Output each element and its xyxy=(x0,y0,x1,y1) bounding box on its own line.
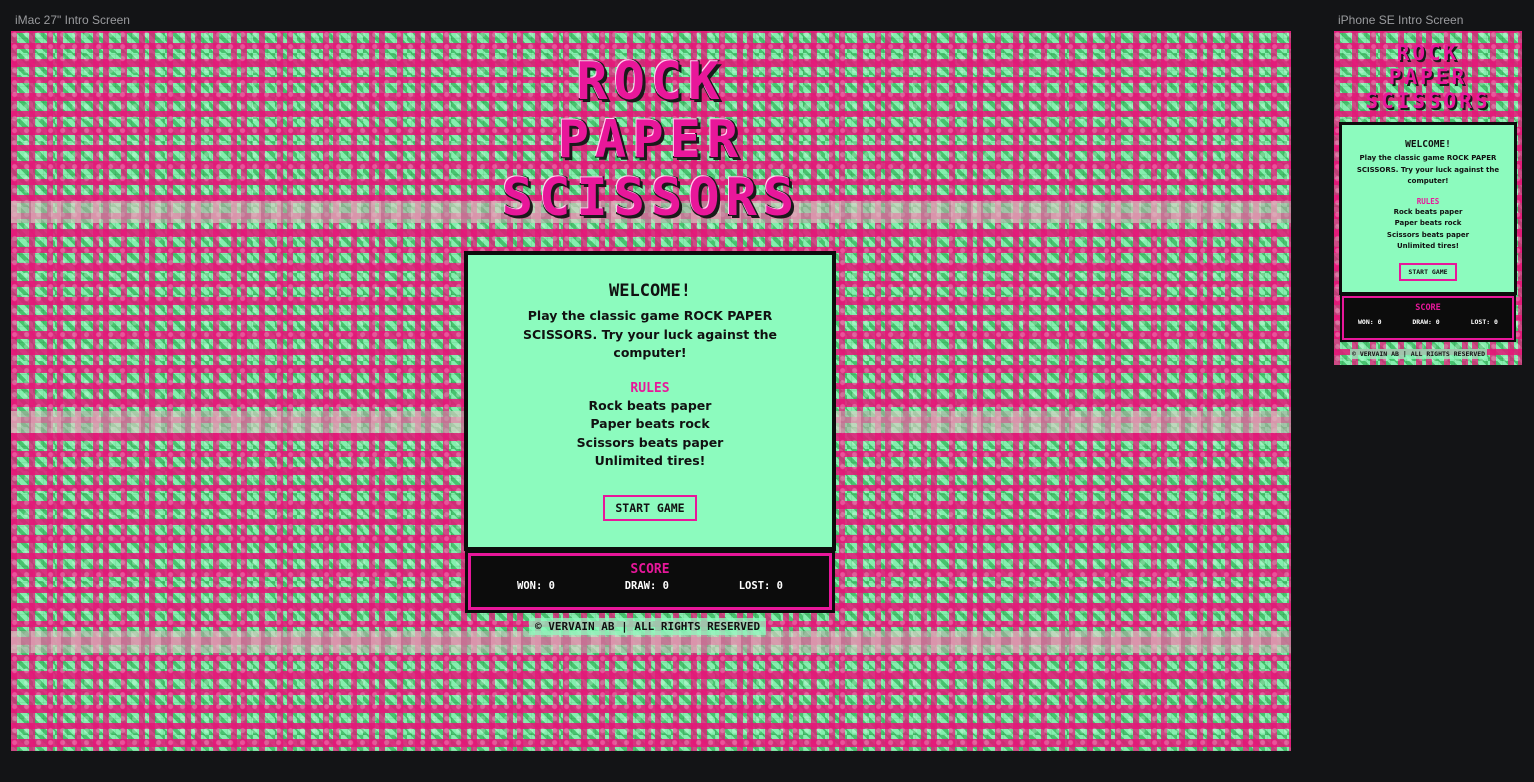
copyright-footer: © VERVAIN AB | ALL RIGHTS RESERVED xyxy=(529,618,767,635)
desktop-intro-screen: ROCK PAPER SCISSORS WELCOME! Play the cl… xyxy=(11,31,1291,751)
rules-heading: RULES xyxy=(1416,196,1440,206)
draw-count: DRAW: 0 xyxy=(1412,318,1440,326)
welcome-card: WELCOME! Play the classic game ROCK PAPE… xyxy=(1339,122,1517,295)
title-line-paper: PAPER xyxy=(557,110,745,170)
lost-count: LOST: 0 xyxy=(738,580,783,592)
rules-list: Rock beats paper Paper beats rock Scisso… xyxy=(1354,207,1502,253)
title-line-rock: ROCK xyxy=(1396,41,1460,65)
rules-heading: RULES xyxy=(630,380,670,396)
score-heading: SCORE xyxy=(630,562,670,577)
rule-item: Rock beats paper xyxy=(1393,207,1463,216)
rule-item: Unlimited tires! xyxy=(594,453,706,468)
game-title: ROCK PAPER SCISSORS xyxy=(1334,41,1522,113)
welcome-heading: WELCOME! xyxy=(1405,139,1451,150)
title-line-rock: ROCK xyxy=(576,52,726,112)
start-game-button[interactable]: START GAME xyxy=(603,494,697,521)
copyright-footer: © VERVAIN AB | ALL RIGHTS RESERVED xyxy=(1350,349,1488,359)
welcome-heading: WELCOME! xyxy=(609,281,691,301)
mobile-frame-label: iPhone SE Intro Screen xyxy=(1338,13,1464,27)
rule-item: Paper beats rock xyxy=(1394,219,1462,227)
rule-item: Paper beats rock xyxy=(590,416,710,431)
desktop-frame-label: iMac 27" Intro Screen xyxy=(15,13,130,27)
intro-text: Play the classic game ROCK PAPER SCISSOR… xyxy=(1356,154,1500,185)
draw-count: DRAW: 0 xyxy=(624,580,669,592)
welcome-card: WELCOME! Play the classic game ROCK PAPE… xyxy=(464,251,836,551)
rules-list: Rock beats paper Paper beats rock Scisso… xyxy=(512,397,788,471)
lost-count: LOST: 0 xyxy=(1470,318,1498,326)
title-line-paper: PAPER xyxy=(1388,65,1468,89)
start-game-button[interactable]: START GAME xyxy=(1399,262,1457,281)
score-heading: SCORE xyxy=(1415,303,1441,313)
won-count: WON: 0 xyxy=(517,580,555,592)
rule-item: Scissors beats paper xyxy=(576,434,724,450)
score-panel: SCORE WON: 0 DRAW: 0 LOST: 0 xyxy=(465,550,835,613)
intro-text: Play the classic game ROCK PAPER SCISSOR… xyxy=(523,308,777,360)
rule-item: Unlimited tires! xyxy=(1396,242,1459,250)
rule-item: Scissors beats paper xyxy=(1386,230,1470,239)
won-count: WON: 0 xyxy=(1358,318,1382,326)
game-title: ROCK PAPER SCISSORS xyxy=(11,53,1291,227)
rule-item: Rock beats paper xyxy=(588,397,712,413)
score-row: WON: 0 DRAW: 0 LOST: 0 xyxy=(471,577,829,592)
title-line-scissors: SCISSORS xyxy=(1365,89,1491,113)
title-line-scissors: SCISSORS xyxy=(501,168,801,228)
score-row: WON: 0 DRAW: 0 LOST: 0 xyxy=(1344,313,1512,326)
mobile-intro-screen: ROCK PAPER SCISSORS WELCOME! Play the cl… xyxy=(1334,31,1522,365)
score-panel: SCORE WON: 0 DRAW: 0 LOST: 0 xyxy=(1340,294,1516,342)
